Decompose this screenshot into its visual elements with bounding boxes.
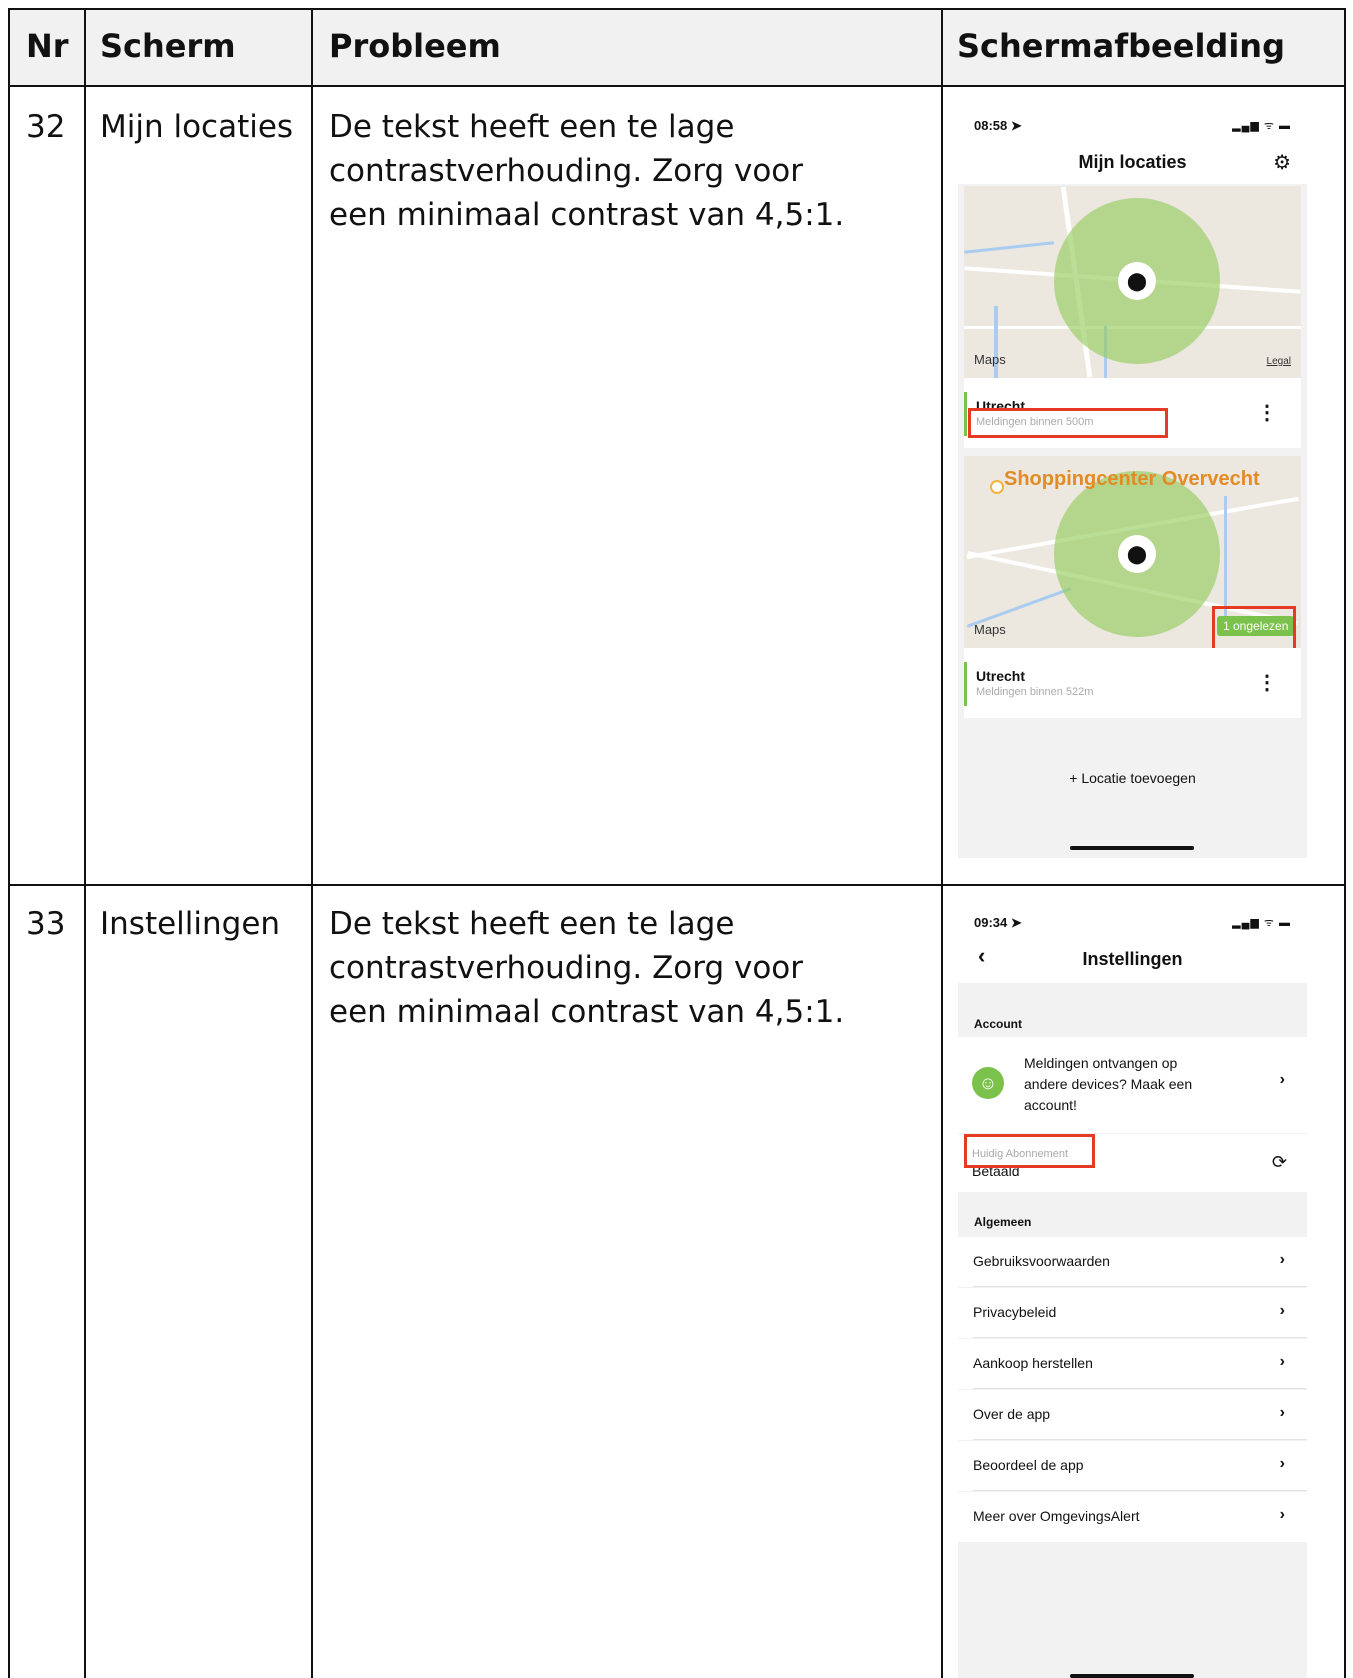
item-label: Aankoop herstellen [973,1355,1093,1371]
header-divider [8,85,1346,87]
column-divider [311,8,313,1678]
accent-bar [964,662,967,706]
header-probleem: Probleem [329,27,501,65]
accent-bar [964,392,967,436]
settings-item[interactable]: Meer over OmgevingsAlert › [958,1492,1307,1542]
add-location-button[interactable]: + Locatie toevoegen [958,770,1307,786]
table-border-right [1344,8,1346,1678]
settings-item[interactable]: Gebruiksvoorwaarden › [958,1237,1307,1287]
contrast-highlight [968,408,1168,438]
status-time: 09:34 ➤ [974,915,1022,930]
screenshot-instellingen: 09:34 ➤ ▂▄▆ ᯤ ▬ ‹ Instellingen Account ☺… [958,897,1307,1678]
header-nr: Nr [26,27,69,65]
chevron-right-icon: › [1279,1353,1285,1370]
gear-icon[interactable]: ⚙ [1273,150,1291,175]
location-pin-icon: ⬤ [1118,262,1156,300]
more-options-icon[interactable]: ⋮ [1257,400,1277,425]
shop-marker-icon [990,480,1004,494]
refresh-icon[interactable]: ⟳ [1272,1152,1287,1173]
divider [973,1490,1307,1491]
table-border-top [8,8,1346,10]
contrast-highlight [964,1134,1095,1168]
settings-item[interactable]: Privacybeleid › [958,1288,1307,1338]
nav-bar [958,897,1307,983]
status-icons: ▂▄▆ ᯤ ▬ [1232,120,1291,132]
row-nr: 33 [26,906,66,942]
map-preview[interactable]: ⬤ Maps Legal [964,186,1301,378]
chevron-right-icon: › [1279,1506,1285,1523]
table-border-left [8,8,10,1678]
settings-item[interactable]: Over de app › [958,1390,1307,1440]
location-radius: Meldingen binnen 522m [976,686,1094,698]
row-problem: De tekst heeft een te lage contrastverho… [329,906,845,1030]
account-prompt: Meldingen ontvangen op andere devices? M… [1024,1055,1193,1113]
section-account: Account [974,1017,1022,1031]
divider [973,1388,1307,1389]
row-screen: Instellingen [100,906,281,942]
maps-logo: Maps [974,622,1006,637]
divider [973,1337,1307,1338]
status-time: 08:58 ➤ [974,118,1022,133]
chevron-right-icon: › [1279,1302,1285,1319]
section-algemeen: Algemeen [974,1215,1032,1229]
item-label: Beoordeel de app [973,1457,1084,1473]
screenshot-mijn-locaties: 08:58 ➤ ▂▄▆ ᯤ ▬ Mijn locaties ⚙ ⬤ Maps L… [958,100,1307,858]
item-label: Meer over OmgevingsAlert [973,1508,1140,1524]
home-indicator [1070,846,1194,850]
header-scherm: Scherm [100,27,236,65]
item-label: Over de app [973,1406,1051,1422]
column-divider [84,8,86,1678]
divider [973,1286,1307,1287]
page-title: Instellingen [1082,949,1183,969]
settings-item[interactable]: Beoordeel de app › [958,1441,1307,1491]
account-row[interactable]: ☺ Meldingen ontvangen op andere devices?… [958,1037,1307,1133]
maps-logo: Maps [974,352,1006,367]
row-screen: Mijn locaties [100,109,294,145]
column-divider [941,8,943,1678]
status-icons: ▂▄▆ ᯤ ▬ [1232,917,1291,929]
map-water [994,306,998,378]
item-label: Gebruiksvoorwaarden [973,1253,1110,1269]
location-name: Utrecht [976,668,1026,684]
header-schermafbeelding: Schermafbeelding [957,27,1285,65]
map-water [964,241,1054,254]
row-nr: 32 [26,109,66,145]
location-pin-icon: ⬤ [1118,535,1156,573]
chevron-right-icon: › [1279,1404,1285,1421]
item-label: Privacybeleid [973,1304,1057,1320]
page-title: Mijn locaties [1078,152,1187,172]
chevron-right-icon: › [1279,1251,1285,1268]
row-divider [8,884,1346,886]
location-card[interactable]: Utrecht Meldingen binnen 522m ⋮ [964,648,1301,718]
chevron-right-icon: › [1279,1071,1285,1088]
divider [973,1439,1307,1440]
row-problem: De tekst heeft een te lage contrastverho… [329,109,845,233]
account-icon: ☺ [972,1067,1004,1099]
legal-link[interactable]: Legal [1267,356,1291,367]
more-options-icon[interactable]: ⋮ [1257,670,1277,695]
settings-item[interactable]: Aankoop herstellen › [958,1339,1307,1389]
home-indicator [1070,1674,1194,1678]
poi-label: Shoppingcenter Overvecht [1004,468,1260,490]
chevron-right-icon: › [1279,1455,1285,1472]
